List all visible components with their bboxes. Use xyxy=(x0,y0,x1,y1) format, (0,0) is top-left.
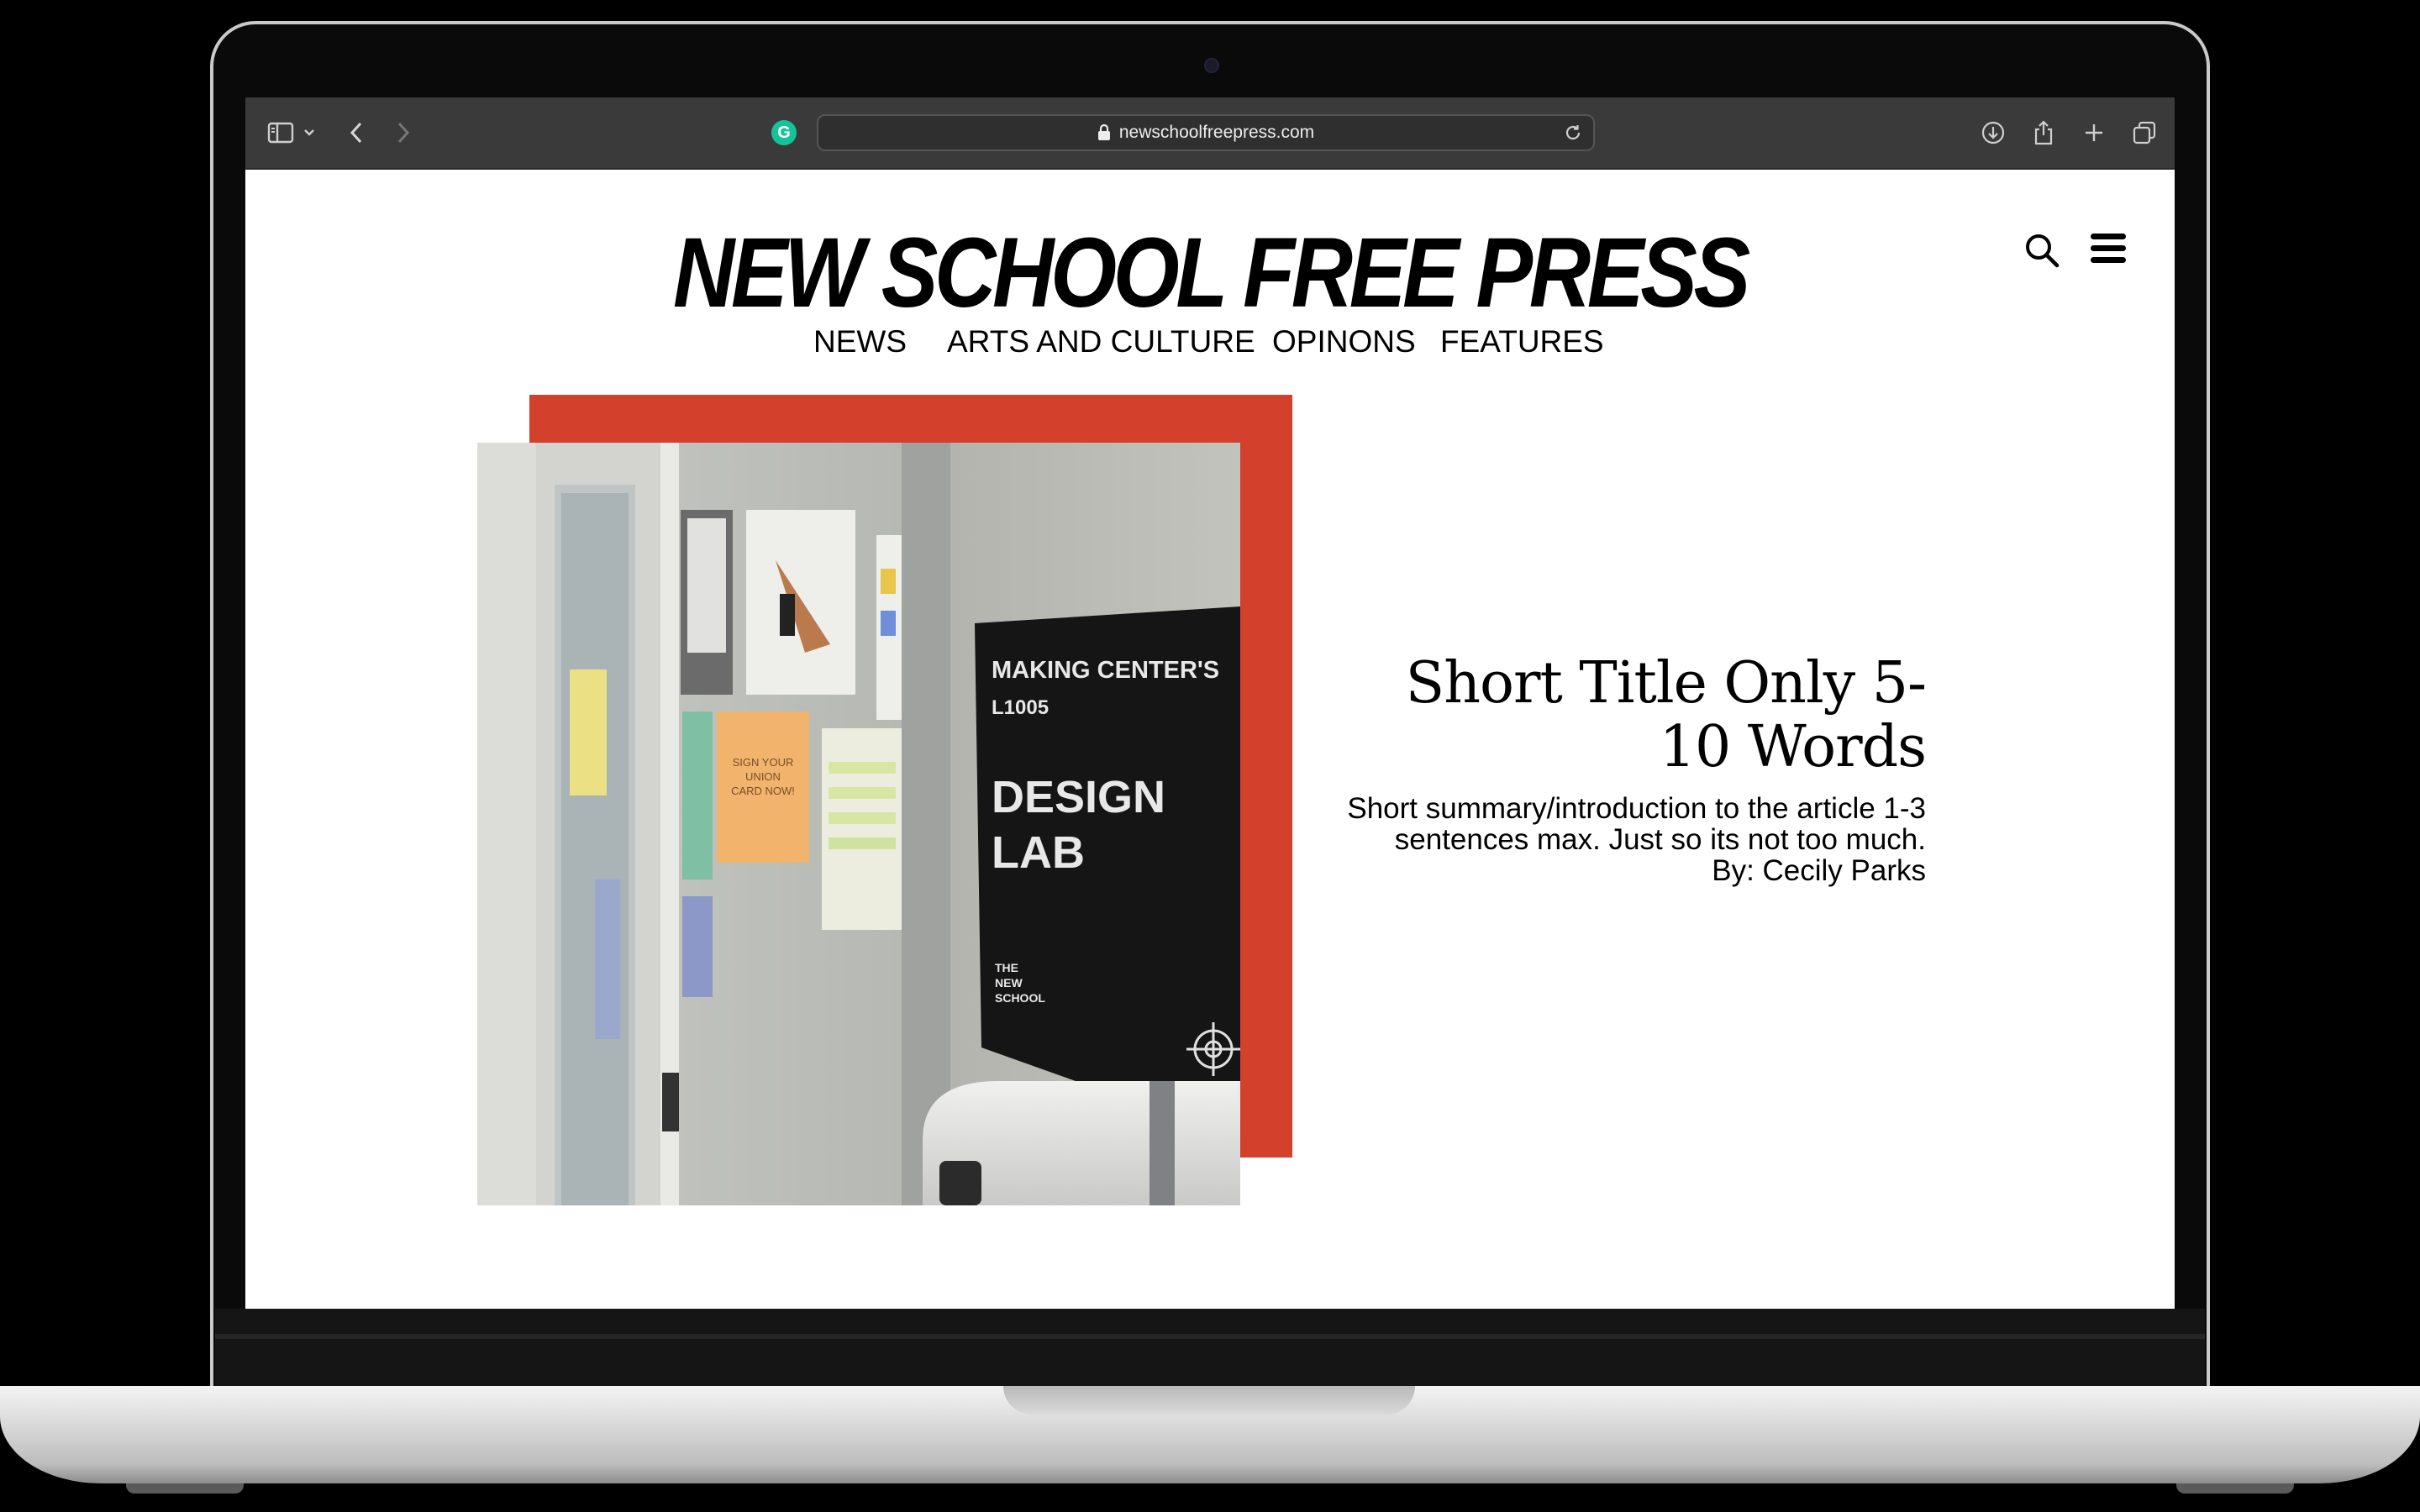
sign-design: DESIGN xyxy=(992,772,1165,822)
laptop-foot-right xyxy=(2176,1483,2294,1494)
poster-text-3: CARD NOW! xyxy=(731,785,795,797)
grammarly-extension-icon[interactable]: G xyxy=(771,120,797,145)
lock-icon xyxy=(1097,124,1110,140)
article-summary: Short summary/introduction to the articl… xyxy=(1347,792,1926,856)
sign-room-number: L1005 xyxy=(992,696,1049,719)
share-icon[interactable] xyxy=(2027,116,2060,150)
browser-toolbar: G newschoolfreepress.com xyxy=(245,97,2175,170)
article-teaser[interactable]: Short Title Only 5-10 Words Short summar… xyxy=(1338,652,1927,887)
nav-news[interactable]: NEWS xyxy=(813,324,907,360)
new-tab-icon[interactable] xyxy=(2077,116,2111,150)
back-icon[interactable] xyxy=(339,116,373,150)
article-title[interactable]: Short Title Only 5-10 Words xyxy=(1338,652,1927,780)
chevron-down-icon[interactable] xyxy=(299,116,319,150)
address-bar[interactable]: newschoolfreepress.com xyxy=(817,114,1595,151)
nav-opinions[interactable]: OPINONS xyxy=(1272,324,1416,360)
sign-lab: LAB xyxy=(992,827,1085,878)
download-icon[interactable] xyxy=(1976,116,2010,150)
sign-logo-new: NEW xyxy=(995,976,1023,990)
sign-logo-the: THE xyxy=(995,961,1018,974)
hero-photo[interactable]: SIGN YOUR UNION CARD NOW! MAKING CENTER'… xyxy=(477,443,1240,1205)
screen: G newschoolfreepress.com NEW SCHOOL FREE… xyxy=(245,97,2175,1309)
screen-bottom-bezel xyxy=(215,1309,2205,1393)
sign-making-centers: MAKING CENTER'S xyxy=(992,657,1219,684)
nav-features[interactable]: FEATURES xyxy=(1440,324,1604,360)
laptop-opening-notch xyxy=(1003,1386,1415,1415)
bezel-divider xyxy=(215,1334,2205,1339)
poster-text-2: UNION xyxy=(745,770,781,783)
article-byline: By: Cecily Parks xyxy=(1712,854,1926,887)
url-text: newschoolfreepress.com xyxy=(1118,123,1315,142)
laptop-foot-left xyxy=(126,1483,244,1494)
site-masthead[interactable]: NEW SCHOOL FREE PRESS xyxy=(381,223,2040,323)
poster-text-1: SIGN YOUR xyxy=(733,756,794,769)
sign-logo-school: SCHOOL xyxy=(995,991,1045,1005)
forward-icon[interactable] xyxy=(387,116,420,150)
nav-arts-and-culture[interactable]: ARTS AND CULTURE xyxy=(947,324,1255,360)
hamburger-menu-icon[interactable] xyxy=(2089,232,2128,265)
search-icon[interactable] xyxy=(2023,232,2060,269)
tab-overview-icon[interactable] xyxy=(2128,116,2161,150)
reload-icon[interactable] xyxy=(1561,121,1585,144)
camera-icon xyxy=(1204,58,1219,73)
sidebar-toggle-icon[interactable] xyxy=(264,116,297,150)
